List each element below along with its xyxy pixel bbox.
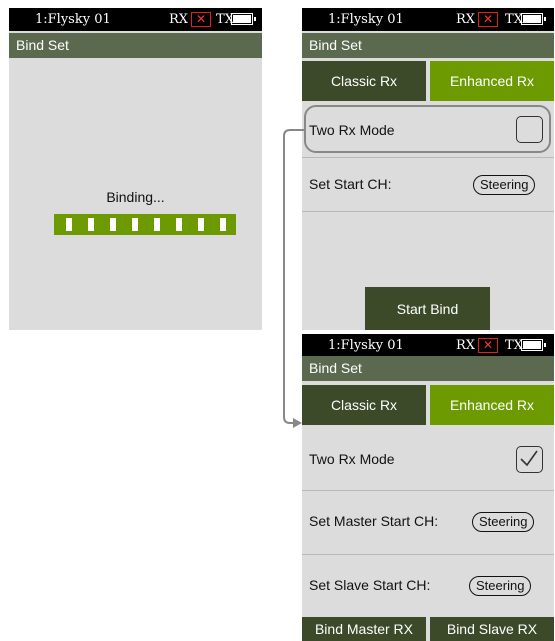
- bind-slave-rx-button[interactable]: Bind Slave RX: [430, 617, 554, 641]
- set-start-ch-row: Set Start CH: Steering: [302, 158, 554, 212]
- tab-classic-rx[interactable]: Classic Rx: [302, 61, 426, 101]
- two-rx-mode-label: Two Rx Mode: [309, 451, 395, 467]
- highlight-outline: [304, 105, 551, 153]
- binding-text: Binding...: [106, 189, 165, 205]
- page-title: Bind Set: [9, 33, 262, 58]
- progress-segment: [66, 218, 72, 231]
- start-bind-button[interactable]: Start Bind: [365, 287, 490, 330]
- tab-enhanced-rx[interactable]: Enhanced Rx: [430, 61, 554, 101]
- progress-segment: [88, 218, 94, 231]
- top-right-screen: 1:Flysky 01 RX ✕ TX Bind Set Classic Rx …: [302, 8, 554, 330]
- tab-classic-rx[interactable]: Classic Rx: [302, 385, 426, 425]
- progress-segment: [110, 218, 116, 231]
- bottom-right-screen: 1:Flysky 01 RX ✕ TX Bind Set Classic Rx …: [302, 334, 554, 641]
- receiver-tabs: Classic Rx Enhanced Rx: [302, 385, 554, 425]
- rx-label: RX: [456, 338, 476, 353]
- receiver-tabs: Classic Rx Enhanced Rx: [302, 61, 554, 101]
- battery-icon: [231, 13, 256, 25]
- progress-segment: [198, 218, 204, 231]
- rx-error-icon: ✕: [191, 12, 211, 27]
- rx-label: RX: [456, 12, 476, 27]
- progress-segment: [220, 218, 226, 231]
- model-name: 1:Flysky 01: [35, 12, 111, 27]
- rx-label: RX: [169, 12, 189, 27]
- bind-master-rx-button[interactable]: Bind Master RX: [302, 617, 426, 641]
- tab-enhanced-rx[interactable]: Enhanced Rx: [430, 385, 554, 425]
- two-rx-mode-checkbox[interactable]: [516, 446, 543, 473]
- page-title: Bind Set: [302, 356, 554, 381]
- set-master-start-ch-row: Set Master Start CH: Steering: [302, 491, 554, 555]
- battery-icon: [521, 339, 546, 351]
- rx-error-icon: ✕: [478, 12, 498, 27]
- set-slave-start-ch-row: Set Slave Start CH: Steering: [302, 555, 554, 617]
- progress-segment: [154, 218, 160, 231]
- rx-error-icon: ✕: [478, 338, 498, 353]
- slave-start-ch-selector[interactable]: Steering: [469, 576, 532, 596]
- model-name: 1:Flysky 01: [328, 338, 404, 353]
- model-name: 1:Flysky 01: [328, 12, 404, 27]
- progress-segment: [132, 218, 138, 231]
- binding-progress-bar: [54, 214, 236, 235]
- set-start-ch-label: Set Start CH:: [309, 176, 392, 192]
- battery-icon: [521, 13, 546, 25]
- status-bar: 1:Flysky 01 RX ✕ TX: [302, 8, 554, 31]
- start-ch-selector[interactable]: Steering: [473, 175, 536, 195]
- set-master-start-ch-label: Set Master Start CH:: [309, 513, 439, 529]
- checkmark-icon: [520, 450, 538, 467]
- progress-segment: [176, 218, 182, 231]
- status-bar: 1:Flysky 01 RX ✕ TX: [302, 334, 554, 357]
- page-title: Bind Set: [302, 33, 554, 58]
- status-bar: 1:Flysky 01 RX ✕ TX: [9, 8, 262, 31]
- two-rx-mode-row[interactable]: Two Rx Mode: [302, 427, 554, 491]
- set-slave-start-ch-label: Set Slave Start CH:: [309, 577, 431, 593]
- master-start-ch-selector[interactable]: Steering: [472, 512, 535, 532]
- left-screen: 1:Flysky 01 RX ✕ TX Bind Set Binding...: [9, 8, 262, 330]
